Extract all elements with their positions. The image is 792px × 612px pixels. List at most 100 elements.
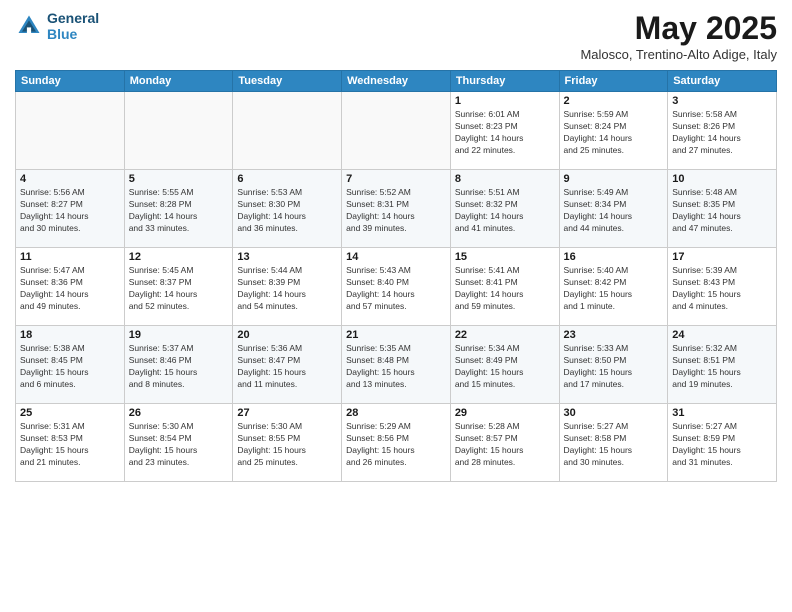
month-title: May 2025 (580, 10, 777, 47)
calendar-cell: 20 Sunrise: 5:36 AM Sunset: 8:47 PM Dayli… (233, 326, 342, 404)
calendar-cell: 24Sunrise: 5:32 AM Sunset: 8:51 PM Dayli… (668, 326, 777, 404)
calendar-cell: 12 Sunrise: 5:45 AM Sunset: 8:37 PM Dayli… (124, 248, 233, 326)
calendar-cell: 4 Sunrise: 5:56 AM Sunset: 8:27 PM Daylig… (16, 170, 125, 248)
weekday-header: Monday (124, 71, 233, 92)
calendar-cell: 26Sunrise: 5:30 AM Sunset: 8:54 PM Dayli… (124, 404, 233, 482)
logo-text: General Blue (47, 10, 99, 42)
header: General Blue May 2025 Malosco, Trentino-… (15, 10, 777, 62)
calendar-cell: 28Sunrise: 5:29 AM Sunset: 8:56 PM Dayli… (342, 404, 451, 482)
location-subtitle: Malosco, Trentino-Alto Adige, Italy (580, 47, 777, 62)
day-info: Sunrise: 5:59 AM Sunset: 8:24 PM Dayligh… (564, 109, 664, 157)
calendar-cell: 25Sunrise: 5:31 AM Sunset: 8:53 PM Dayli… (16, 404, 125, 482)
calendar-cell: 13 Sunrise: 5:44 AM Sunset: 8:39 PM Dayli… (233, 248, 342, 326)
day-number: 14 (346, 251, 446, 263)
calendar-week-row: 1 Sunrise: 6:01 AM Sunset: 8:23 PM Daylig… (16, 92, 777, 170)
calendar-cell: 6Sunrise: 5:53 AM Sunset: 8:30 PM Daylig… (233, 170, 342, 248)
calendar-cell: 7Sunrise: 5:52 AM Sunset: 8:31 PM Daylig… (342, 170, 451, 248)
calendar-cell: 8 Sunrise: 5:51 AM Sunset: 8:32 PM Daylig… (450, 170, 559, 248)
calendar-cell (124, 92, 233, 170)
weekday-header: Sunday (16, 71, 125, 92)
day-info: Sunrise: 6:01 AM Sunset: 8:23 PM Dayligh… (455, 109, 555, 157)
day-number: 21 (346, 329, 446, 341)
calendar-cell (233, 92, 342, 170)
day-number: 15 (455, 251, 555, 263)
day-info: Sunrise: 5:35 AM Sunset: 8:48 PM Dayligh… (346, 343, 446, 391)
day-number: 4 (20, 173, 120, 185)
day-info: Sunrise: 5:27 AM Sunset: 8:59 PM Dayligh… (672, 421, 772, 469)
day-number: 2 (564, 95, 664, 107)
calendar-cell: 30Sunrise: 5:27 AM Sunset: 8:58 PM Dayli… (559, 404, 668, 482)
day-number: 6 (237, 173, 337, 185)
day-number: 20 (237, 329, 337, 341)
day-info: Sunrise: 5:51 AM Sunset: 8:32 PM Dayligh… (455, 187, 555, 235)
day-info: Sunrise: 5:37 AM Sunset: 8:46 PM Dayligh… (129, 343, 229, 391)
day-number: 25 (20, 407, 120, 419)
weekday-header: Wednesday (342, 71, 451, 92)
day-info: Sunrise: 5:44 AM Sunset: 8:39 PM Dayligh… (237, 265, 337, 313)
calendar-week-row: 18 Sunrise: 5:38 AM Sunset: 8:45 PM Dayli… (16, 326, 777, 404)
day-info: Sunrise: 5:48 AM Sunset: 8:35 PM Dayligh… (672, 187, 772, 235)
title-block: May 2025 Malosco, Trentino-Alto Adige, I… (580, 10, 777, 62)
calendar-cell: 3 Sunrise: 5:58 AM Sunset: 8:26 PM Daylig… (668, 92, 777, 170)
day-number: 3 (672, 95, 772, 107)
calendar-cell: 19 Sunrise: 5:37 AM Sunset: 8:46 PM Dayli… (124, 326, 233, 404)
page-container: General Blue May 2025 Malosco, Trentino-… (0, 0, 792, 487)
day-number: 7 (346, 173, 446, 185)
calendar-week-row: 25Sunrise: 5:31 AM Sunset: 8:53 PM Dayli… (16, 404, 777, 482)
day-info: Sunrise: 5:38 AM Sunset: 8:45 PM Dayligh… (20, 343, 120, 391)
day-info: Sunrise: 5:55 AM Sunset: 8:28 PM Dayligh… (129, 187, 229, 235)
weekday-header: Tuesday (233, 71, 342, 92)
weekday-header: Thursday (450, 71, 559, 92)
calendar-cell: 17Sunrise: 5:39 AM Sunset: 8:43 PM Dayli… (668, 248, 777, 326)
calendar-cell: 16Sunrise: 5:40 AM Sunset: 8:42 PM Dayli… (559, 248, 668, 326)
calendar-cell: 14 Sunrise: 5:43 AM Sunset: 8:40 PM Dayli… (342, 248, 451, 326)
day-number: 1 (455, 95, 555, 107)
day-number: 23 (564, 329, 664, 341)
calendar-cell: 29 Sunrise: 5:28 AM Sunset: 8:57 PM Dayli… (450, 404, 559, 482)
day-number: 31 (672, 407, 772, 419)
calendar-cell: 5Sunrise: 5:55 AM Sunset: 8:28 PM Daylig… (124, 170, 233, 248)
day-number: 13 (237, 251, 337, 263)
calendar-cell: 31 Sunrise: 5:27 AM Sunset: 8:59 PM Dayli… (668, 404, 777, 482)
day-number: 29 (455, 407, 555, 419)
logo: General Blue (15, 10, 99, 42)
calendar-cell: 22Sunrise: 5:34 AM Sunset: 8:49 PM Dayli… (450, 326, 559, 404)
calendar-cell: 10 Sunrise: 5:48 AM Sunset: 8:35 PM Dayli… (668, 170, 777, 248)
day-info: Sunrise: 5:47 AM Sunset: 8:36 PM Dayligh… (20, 265, 120, 313)
day-number: 12 (129, 251, 229, 263)
day-info: Sunrise: 5:41 AM Sunset: 8:41 PM Dayligh… (455, 265, 555, 313)
weekday-header: Saturday (668, 71, 777, 92)
day-info: Sunrise: 5:43 AM Sunset: 8:40 PM Dayligh… (346, 265, 446, 313)
calendar-table: SundayMondayTuesdayWednesdayThursdayFrid… (15, 70, 777, 482)
calendar-week-row: 4 Sunrise: 5:56 AM Sunset: 8:27 PM Daylig… (16, 170, 777, 248)
calendar-cell (16, 92, 125, 170)
calendar-cell: 2 Sunrise: 5:59 AM Sunset: 8:24 PM Daylig… (559, 92, 668, 170)
day-info: Sunrise: 5:34 AM Sunset: 8:49 PM Dayligh… (455, 343, 555, 391)
day-info: Sunrise: 5:58 AM Sunset: 8:26 PM Dayligh… (672, 109, 772, 157)
calendar-cell (342, 92, 451, 170)
calendar-cell: 15 Sunrise: 5:41 AM Sunset: 8:41 PM Dayli… (450, 248, 559, 326)
day-info: Sunrise: 5:28 AM Sunset: 8:57 PM Dayligh… (455, 421, 555, 469)
day-info: Sunrise: 5:32 AM Sunset: 8:51 PM Dayligh… (672, 343, 772, 391)
day-number: 8 (455, 173, 555, 185)
day-number: 30 (564, 407, 664, 419)
day-info: Sunrise: 5:45 AM Sunset: 8:37 PM Dayligh… (129, 265, 229, 313)
day-number: 10 (672, 173, 772, 185)
day-info: Sunrise: 5:30 AM Sunset: 8:55 PM Dayligh… (237, 421, 337, 469)
weekday-header: Friday (559, 71, 668, 92)
day-info: Sunrise: 5:56 AM Sunset: 8:27 PM Dayligh… (20, 187, 120, 235)
day-number: 18 (20, 329, 120, 341)
day-info: Sunrise: 5:49 AM Sunset: 8:34 PM Dayligh… (564, 187, 664, 235)
day-info: Sunrise: 5:33 AM Sunset: 8:50 PM Dayligh… (564, 343, 664, 391)
day-number: 28 (346, 407, 446, 419)
day-info: Sunrise: 5:36 AM Sunset: 8:47 PM Dayligh… (237, 343, 337, 391)
calendar-header-row: SundayMondayTuesdayWednesdayThursdayFrid… (16, 71, 777, 92)
calendar-cell: 18 Sunrise: 5:38 AM Sunset: 8:45 PM Dayli… (16, 326, 125, 404)
calendar-week-row: 11Sunrise: 5:47 AM Sunset: 8:36 PM Dayli… (16, 248, 777, 326)
day-number: 26 (129, 407, 229, 419)
day-number: 19 (129, 329, 229, 341)
calendar-cell: 23 Sunrise: 5:33 AM Sunset: 8:50 PM Dayli… (559, 326, 668, 404)
calendar-cell: 11Sunrise: 5:47 AM Sunset: 8:36 PM Dayli… (16, 248, 125, 326)
day-number: 16 (564, 251, 664, 263)
day-number: 27 (237, 407, 337, 419)
